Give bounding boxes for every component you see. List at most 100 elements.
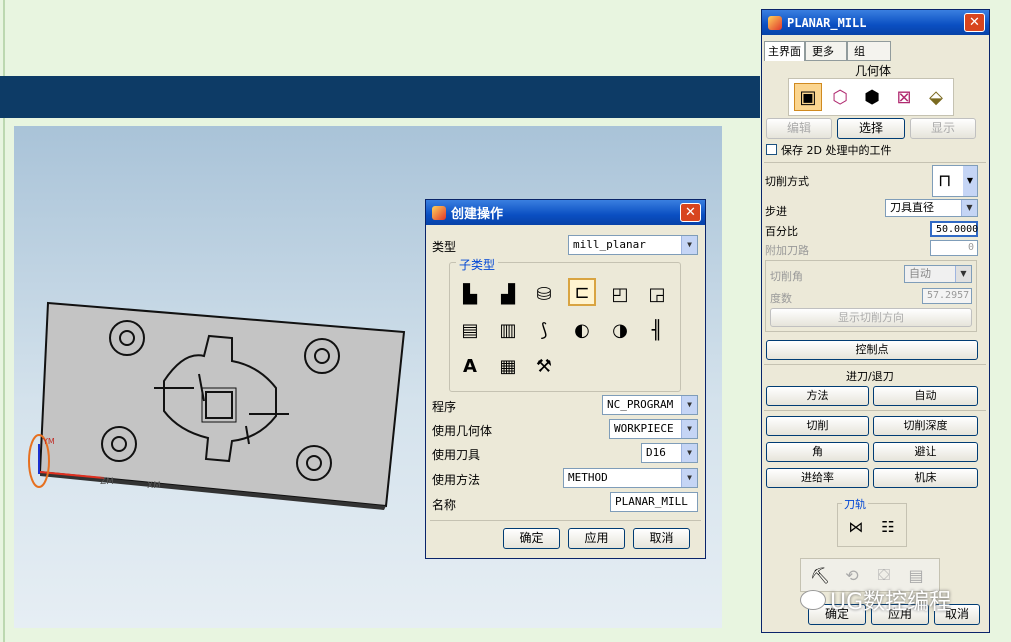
chamfer-icon[interactable]: ╢ (643, 316, 671, 344)
extra-pass-label: 附加刀路 (765, 244, 809, 257)
edit-button[interactable]: 编辑 (766, 118, 832, 139)
auto-button[interactable]: 自动 (873, 386, 978, 406)
close-icon[interactable]: ✕ (680, 203, 701, 222)
text-milling-icon[interactable]: A (456, 352, 484, 380)
planar-mill-titlebar: PLANAR_MILL (762, 10, 989, 35)
method-select[interactable]: METHOD ▼ (563, 468, 698, 488)
divider (764, 364, 986, 365)
machine-control-icon[interactable]: ▦ (494, 352, 522, 380)
toolpath-label: 刀轨 (842, 496, 868, 512)
thread-milling-icon[interactable]: ⟆ (530, 316, 558, 344)
toolpath-list-icon[interactable]: ☷ (874, 513, 902, 541)
title-band (0, 76, 760, 118)
cut-angle-label: 切削角 (770, 270, 803, 283)
blank-boundary-icon[interactable]: ⬡ (826, 83, 854, 111)
planar-profile-icon[interactable]: ◰ (606, 280, 634, 308)
program-select[interactable]: NC_PROGRAM ▼ (602, 395, 698, 415)
create-operation-dialog: 创建操作 ✕ 类型 mill_planar ▼ 子类型 ▙ ▟ ⛁ ⊏ ◰ ◲ ▤… (425, 199, 706, 559)
face-milling-area-icon[interactable]: ⛁ (530, 280, 558, 308)
name-field[interactable]: PLANAR_MILL (610, 492, 698, 512)
hole-milling-icon[interactable]: ◐ (568, 316, 596, 344)
tab-main[interactable]: 主界面 (764, 41, 805, 61)
close-icon[interactable]: ✕ (964, 13, 985, 32)
chevron-down-icon: ▼ (955, 266, 971, 282)
corner-button[interactable]: 角 (766, 442, 869, 462)
toolpath-display-icon[interactable]: ⋈ (842, 513, 870, 541)
geometry-select[interactable]: WORKPIECE ▼ (609, 419, 698, 439)
cut-angle-value: 自动 (909, 267, 931, 280)
name-value: PLANAR_MILL (615, 495, 688, 508)
degree-label: 度数 (770, 292, 792, 305)
face-milling-icon[interactable]: ▙ (456, 280, 484, 308)
show-cut-direction-button[interactable]: 显示切削方向 (770, 308, 972, 327)
step-value: 刀具直径 (890, 201, 934, 214)
chevron-down-icon: ▼ (681, 420, 697, 438)
axis-label-ym: YM (42, 437, 55, 446)
geometry-value: WORKPIECE (614, 422, 674, 435)
tab-bar: 主界面 更多 组 (764, 41, 891, 61)
extra-pass-field[interactable]: 0 (930, 240, 978, 256)
cut-depth-button[interactable]: 切削深度 (873, 416, 978, 436)
axis-label-xm: XM (147, 481, 161, 491)
save-2d-checkbox[interactable] (766, 144, 777, 155)
check-boundary-icon[interactable]: ⬢ (858, 83, 886, 111)
planar-mill-dialog: PLANAR_MILL ✕ 主界面 更多 组 几何体 ▣ ⬡ ⬢ ⊠ ⬙ 编辑 … (761, 9, 990, 633)
control-points-button[interactable]: 控制点 (766, 340, 978, 360)
type-select[interactable]: mill_planar ▼ (568, 235, 698, 255)
method-label: 使用方法 (432, 473, 481, 487)
program-label: 程序 (432, 400, 457, 414)
cleanup-corners-icon[interactable]: ◲ (643, 280, 671, 308)
tab-more[interactable]: 更多 (805, 41, 847, 61)
tool-select[interactable]: D16 ▼ (641, 443, 698, 463)
watermark-text: UG数控编程 (830, 590, 952, 615)
finish-floor-icon[interactable]: ▥ (494, 316, 522, 344)
divider (430, 520, 701, 521)
display-button[interactable]: 显示 (910, 118, 976, 139)
chevron-down-icon: ▼ (681, 469, 697, 487)
planar-mill-icon[interactable]: ⊏ (568, 278, 596, 306)
user-defined-icon[interactable]: ⚒ (530, 352, 558, 380)
step-select[interactable]: 刀具直径 ▼ (885, 199, 978, 217)
avoidance-button[interactable]: 避让 (873, 442, 978, 462)
save-2d-label: 保存 2D 处理中的工件 (781, 144, 892, 157)
chevron-down-icon: ▼ (681, 236, 697, 254)
tab-group[interactable]: 组 (847, 41, 891, 61)
apply-button[interactable]: 应用 (568, 528, 625, 549)
machine-button[interactable]: 机床 (873, 468, 978, 488)
type-label: 类型 (432, 240, 457, 254)
finish-walls-icon[interactable]: ▤ (456, 316, 484, 344)
divider (764, 162, 986, 163)
trim-boundary-icon[interactable]: ⊠ (890, 83, 918, 111)
step-label: 步进 (765, 205, 787, 218)
follow-part-icon: ⊓ (938, 171, 952, 191)
percent-label: 百分比 (765, 225, 798, 238)
planar-mill-title: PLANAR_MILL (787, 15, 867, 30)
method-value: METHOD (568, 471, 608, 484)
create-op-titlebar: 创建操作 (426, 200, 705, 225)
select-button[interactable]: 选择 (837, 118, 905, 139)
cancel-button[interactable]: 取消 (633, 528, 690, 549)
engage-retract-label: 进刀/退刀 (846, 370, 894, 383)
face-milling-manual-icon[interactable]: ▟ (494, 280, 522, 308)
boss-milling-icon[interactable]: ◑ (606, 316, 634, 344)
tool-label: 使用刀具 (432, 448, 481, 462)
watermark: UG数控编程 (800, 584, 951, 616)
cut-angle-select[interactable]: 自动 ▼ (904, 265, 972, 283)
floor-plane-icon[interactable]: ⬙ (922, 83, 950, 111)
geometry-label: 使用几何体 (432, 424, 493, 438)
feed-rate-button[interactable]: 进给率 (766, 468, 869, 488)
chevron-down-icon: ▼ (963, 166, 977, 196)
cut-button[interactable]: 切削 (766, 416, 869, 436)
svg-text:ZM: ZM (100, 477, 114, 487)
create-op-title: 创建操作 (451, 207, 504, 222)
geometry-section-label: 几何体 (855, 64, 892, 78)
cut-method-label: 切削方式 (765, 175, 809, 188)
ok-button[interactable]: 确定 (503, 528, 560, 549)
name-label: 名称 (432, 498, 457, 512)
cut-method-select[interactable]: ⊓ ▼ (932, 165, 978, 197)
percent-field[interactable]: 50.0000 (930, 221, 978, 237)
method-button[interactable]: 方法 (766, 386, 869, 406)
degree-field[interactable]: 57.2957 (922, 288, 972, 304)
part-geometry-icon[interactable]: ▣ (794, 83, 822, 111)
ug-logo-icon (432, 205, 446, 220)
